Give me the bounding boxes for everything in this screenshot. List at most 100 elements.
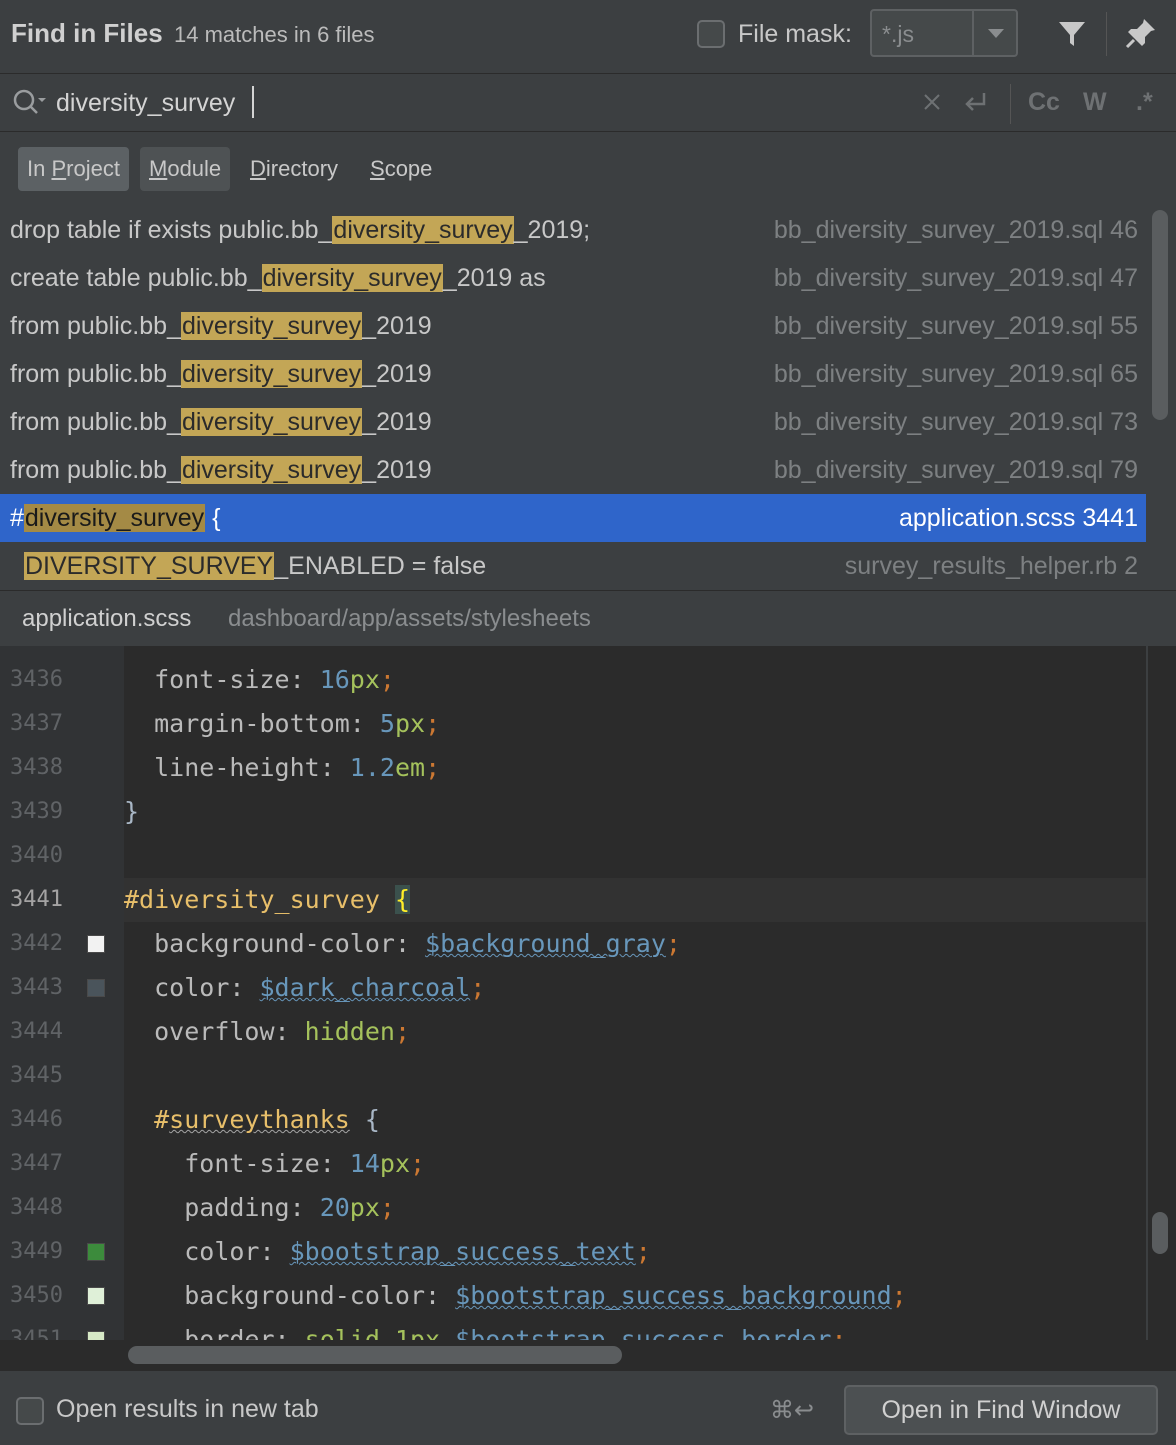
line-number: 3438 xyxy=(10,755,63,780)
line-number: 3451 xyxy=(10,1327,63,1340)
file-mask-value: *.js xyxy=(882,21,914,47)
result-file: bb_diversity_survey_2019.sql 46 xyxy=(773,216,1138,244)
code-line: padding: 20px; xyxy=(184,1193,395,1222)
result-row[interactable]: from public.bb_diversity_survey_2019 bb_… xyxy=(0,446,1146,494)
pin-icon[interactable] xyxy=(1124,16,1158,50)
tab-label-post: cope xyxy=(384,156,433,181)
code-line: } xyxy=(124,790,1146,834)
header-divider xyxy=(1106,12,1107,56)
match-case-toggle[interactable]: Cc xyxy=(1028,88,1060,117)
editor-horizontal-scrollbar-thumb[interactable] xyxy=(128,1346,622,1364)
color-swatch[interactable] xyxy=(87,935,105,953)
tab-mnemonic: M xyxy=(149,156,168,181)
result-row[interactable]: from public.bb_diversity_survey_2019 bb_… xyxy=(0,398,1146,446)
result-match: diversity_survey xyxy=(261,264,443,292)
scss-variable: $bootstrap_success_text xyxy=(289,1237,636,1266)
line-number: 3437 xyxy=(10,711,63,736)
line-number: 3449 xyxy=(10,1239,63,1264)
result-row[interactable]: drop table if exists public.bb_diversity… xyxy=(0,206,1146,254)
open-in-new-tab-checkbox[interactable] xyxy=(16,1397,44,1425)
css-property: background-color xyxy=(184,1281,426,1310)
css-property: color xyxy=(184,1237,260,1266)
result-prefix: from public.bb_ xyxy=(10,312,181,340)
result-file: bb_diversity_survey_2019.sql 47 xyxy=(773,264,1138,292)
scss-variable: $bootstrap_success_border xyxy=(455,1325,832,1340)
css-number: 1.2 xyxy=(349,753,395,782)
line-number: 3440 xyxy=(10,843,63,868)
result-suffix: _2019 xyxy=(362,408,432,436)
tab-label-pre: In xyxy=(27,156,52,181)
code-line: overflow: hidden; xyxy=(154,1017,411,1046)
result-row-selected[interactable]: #diversity_survey { application.scss 344… xyxy=(0,494,1146,542)
css-brace-matched: { xyxy=(394,885,410,914)
css-keyword: solid 1px xyxy=(304,1325,441,1340)
chevron-down-icon[interactable] xyxy=(988,29,1004,38)
line-number: 3448 xyxy=(10,1195,63,1220)
scss-variable: $dark_charcoal xyxy=(259,973,471,1002)
color-swatch[interactable] xyxy=(87,979,105,997)
line-number: 3442 xyxy=(10,931,63,956)
css-property: overflow xyxy=(154,1017,275,1046)
result-file: bb_diversity_survey_2019.sql 65 xyxy=(773,360,1138,388)
text-caret xyxy=(252,86,254,118)
search-input[interactable] xyxy=(56,86,756,120)
editor-vertical-scrollbar-thumb[interactable] xyxy=(1152,1212,1168,1254)
css-property: line-height xyxy=(154,753,320,782)
color-swatch[interactable] xyxy=(87,1243,105,1261)
dialog-title: Find in Files xyxy=(11,18,163,48)
css-property: color xyxy=(154,973,230,1002)
open-in-new-tab-label[interactable]: Open results in new tab xyxy=(56,1395,319,1424)
css-unit: px xyxy=(379,1149,411,1178)
css-property: margin-bottom xyxy=(154,709,350,738)
filter-icon[interactable] xyxy=(1056,18,1088,50)
file-mask-dropdown[interactable]: *.js xyxy=(870,9,1018,57)
tab-module[interactable]: Module xyxy=(140,147,231,191)
newline-icon[interactable] xyxy=(960,88,992,118)
tab-mnemonic: P xyxy=(51,156,67,181)
line-number: 3446 xyxy=(10,1107,63,1132)
css-unit: px xyxy=(394,709,426,738)
code-line: #surveythanks { xyxy=(124,1098,1146,1142)
result-row[interactable]: from public.bb_diversity_survey_2019 bb_… xyxy=(0,350,1146,398)
tab-directory[interactable]: Directory xyxy=(241,147,347,191)
css-brace: { xyxy=(364,1105,380,1134)
color-swatch[interactable] xyxy=(87,1287,105,1305)
line-number: 3450 xyxy=(10,1283,63,1308)
code-line: color: $bootstrap_success_text; xyxy=(184,1237,651,1266)
code-line: background-color: $bootstrap_success_bac… xyxy=(184,1281,907,1310)
result-row[interactable]: create table public.bb_diversity_survey_… xyxy=(0,254,1146,302)
css-number: 20 xyxy=(319,1193,350,1222)
code-preview[interactable]: 3436 3437 3438 3439 3440 3441 3442 3443 … xyxy=(0,646,1146,1340)
line-number-current: 3441 xyxy=(10,887,63,912)
result-file: bb_diversity_survey_2019.sql 73 xyxy=(773,408,1138,436)
tab-in-project[interactable]: In Project xyxy=(18,147,129,191)
result-suffix: _2019 xyxy=(362,312,432,340)
result-row[interactable]: DIVERSITY_SURVEY_ENABLED = false survey_… xyxy=(0,542,1146,590)
whole-word-toggle[interactable]: W xyxy=(1083,88,1107,117)
css-number: 5 xyxy=(379,709,395,738)
result-context: from public.bb_diversity_survey_2019 xyxy=(10,398,432,446)
results-list: drop table if exists public.bb_diversity… xyxy=(0,206,1146,590)
search-icon[interactable] xyxy=(12,88,46,118)
css-property: font-size xyxy=(154,665,290,694)
code-line: font-size: 14px; xyxy=(184,1149,426,1178)
tab-label-post: irectory xyxy=(265,156,339,181)
regex-toggle[interactable]: .* xyxy=(1136,88,1153,117)
css-property: padding xyxy=(184,1193,290,1222)
result-row[interactable]: from public.bb_diversity_survey_2019 bb_… xyxy=(0,302,1146,350)
scope-tabs: In Project Module Directory Scope xyxy=(0,133,1176,205)
code-line: color: $dark_charcoal; xyxy=(154,973,486,1002)
file-mask-checkbox[interactable] xyxy=(697,20,725,48)
result-match: DIVERSITY_SURVEY xyxy=(24,552,275,580)
tab-scope[interactable]: Scope xyxy=(361,147,441,191)
css-unit: em xyxy=(394,753,426,782)
close-icon[interactable] xyxy=(920,90,944,114)
css-brace: } xyxy=(124,797,140,826)
result-prefix: # xyxy=(10,504,24,532)
line-number: 3447 xyxy=(10,1151,63,1176)
open-in-find-window-button[interactable]: Open in Find Window xyxy=(844,1385,1158,1435)
tab-label-post: odule xyxy=(167,156,222,181)
result-context: create table public.bb_diversity_survey_… xyxy=(10,254,546,302)
results-scrollbar-thumb[interactable] xyxy=(1152,210,1168,420)
color-swatch[interactable] xyxy=(87,1331,105,1340)
